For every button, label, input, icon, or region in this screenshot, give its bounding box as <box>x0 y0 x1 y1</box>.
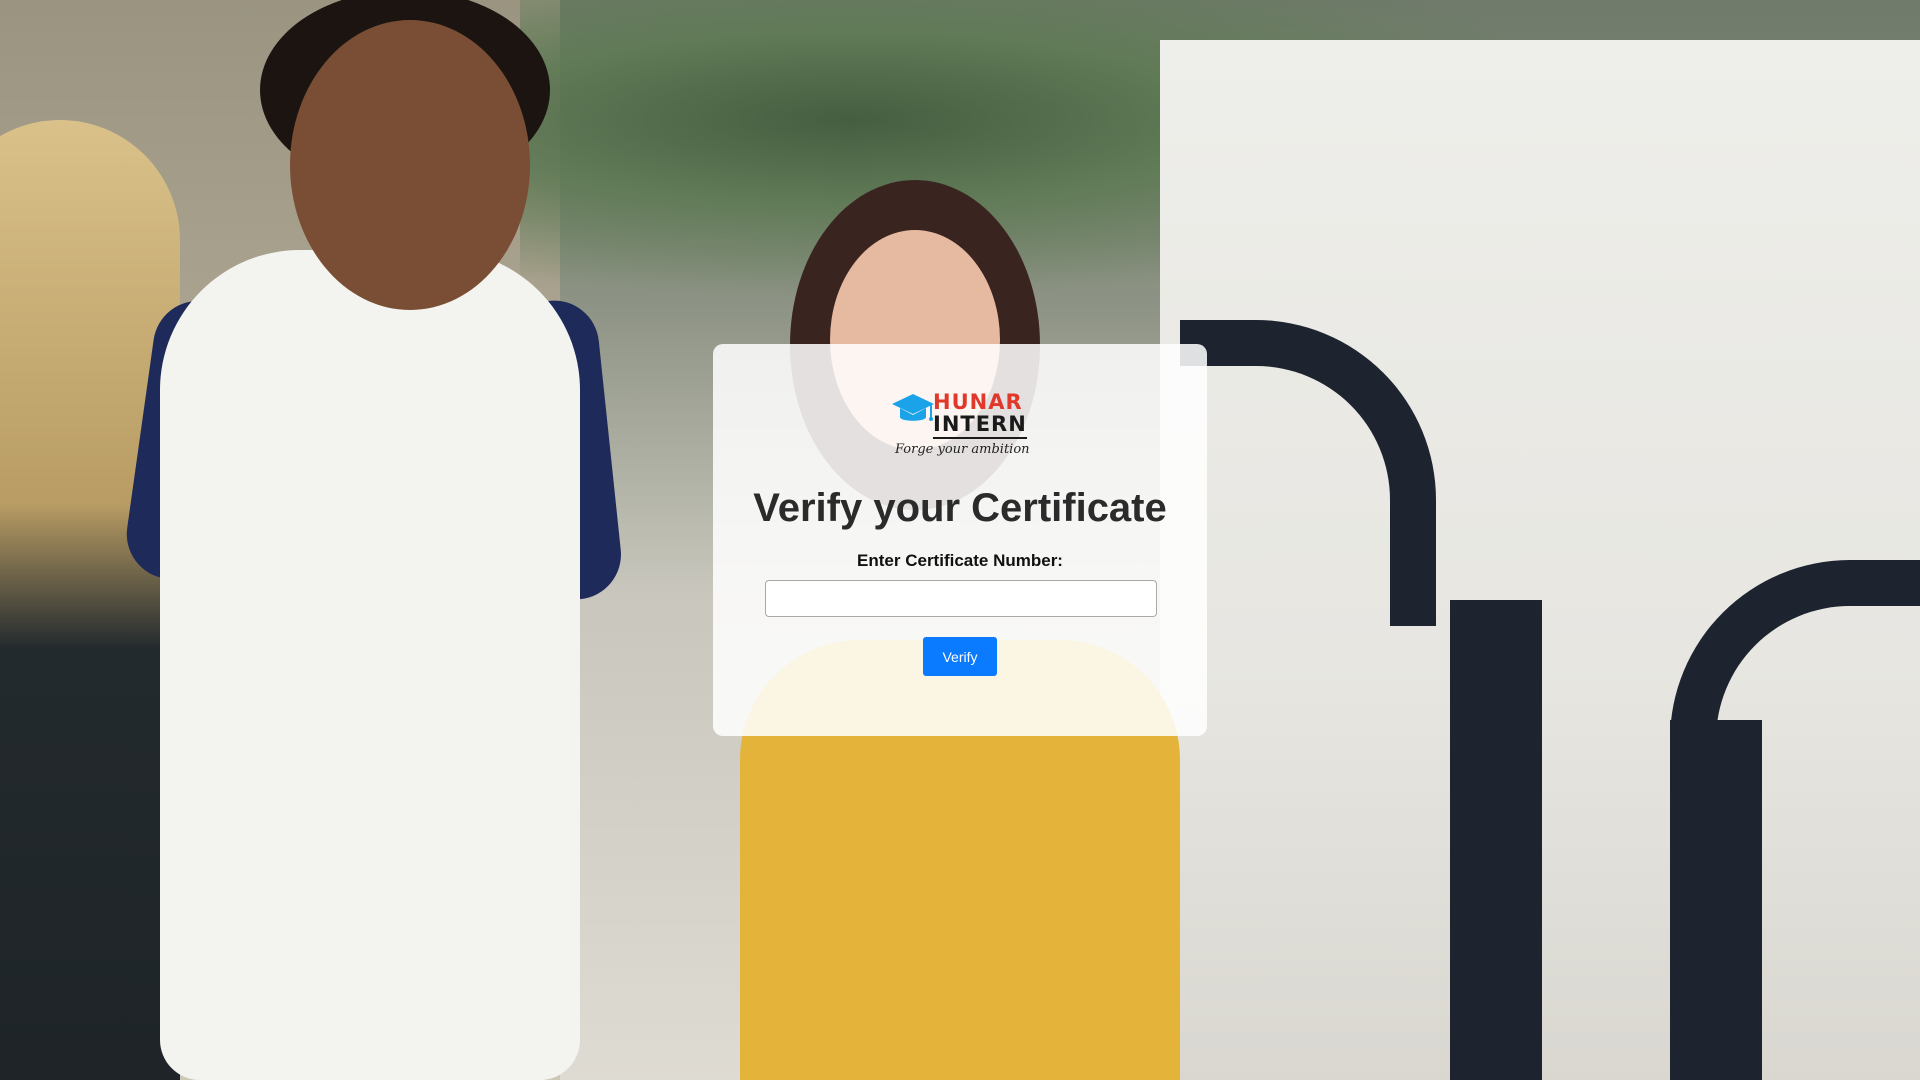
background-pipe <box>1670 720 1762 1080</box>
certificate-number-label: Enter Certificate Number: <box>857 551 1063 570</box>
logo-brand-line1: HUNAR <box>933 390 1023 414</box>
certificate-number-input[interactable] <box>765 580 1157 617</box>
verify-button[interactable]: Verify <box>923 637 997 676</box>
background-person-head <box>290 20 530 310</box>
background-pipe <box>1450 600 1542 1080</box>
verify-card: HUNAR INTERN Forge your ambition Verify … <box>713 344 1207 736</box>
logo-tagline: Forge your ambition <box>895 442 1030 457</box>
background-person-man <box>160 250 580 1080</box>
background-person-left <box>0 120 180 1080</box>
graduation-cap-icon <box>891 390 935 439</box>
page-title: Verify your Certificate <box>753 486 1167 530</box>
logo-divider <box>933 437 1027 439</box>
hunar-intern-logo: HUNAR INTERN Forge your ambition <box>891 390 1030 462</box>
logo-brand-line2: INTERN <box>933 412 1027 436</box>
